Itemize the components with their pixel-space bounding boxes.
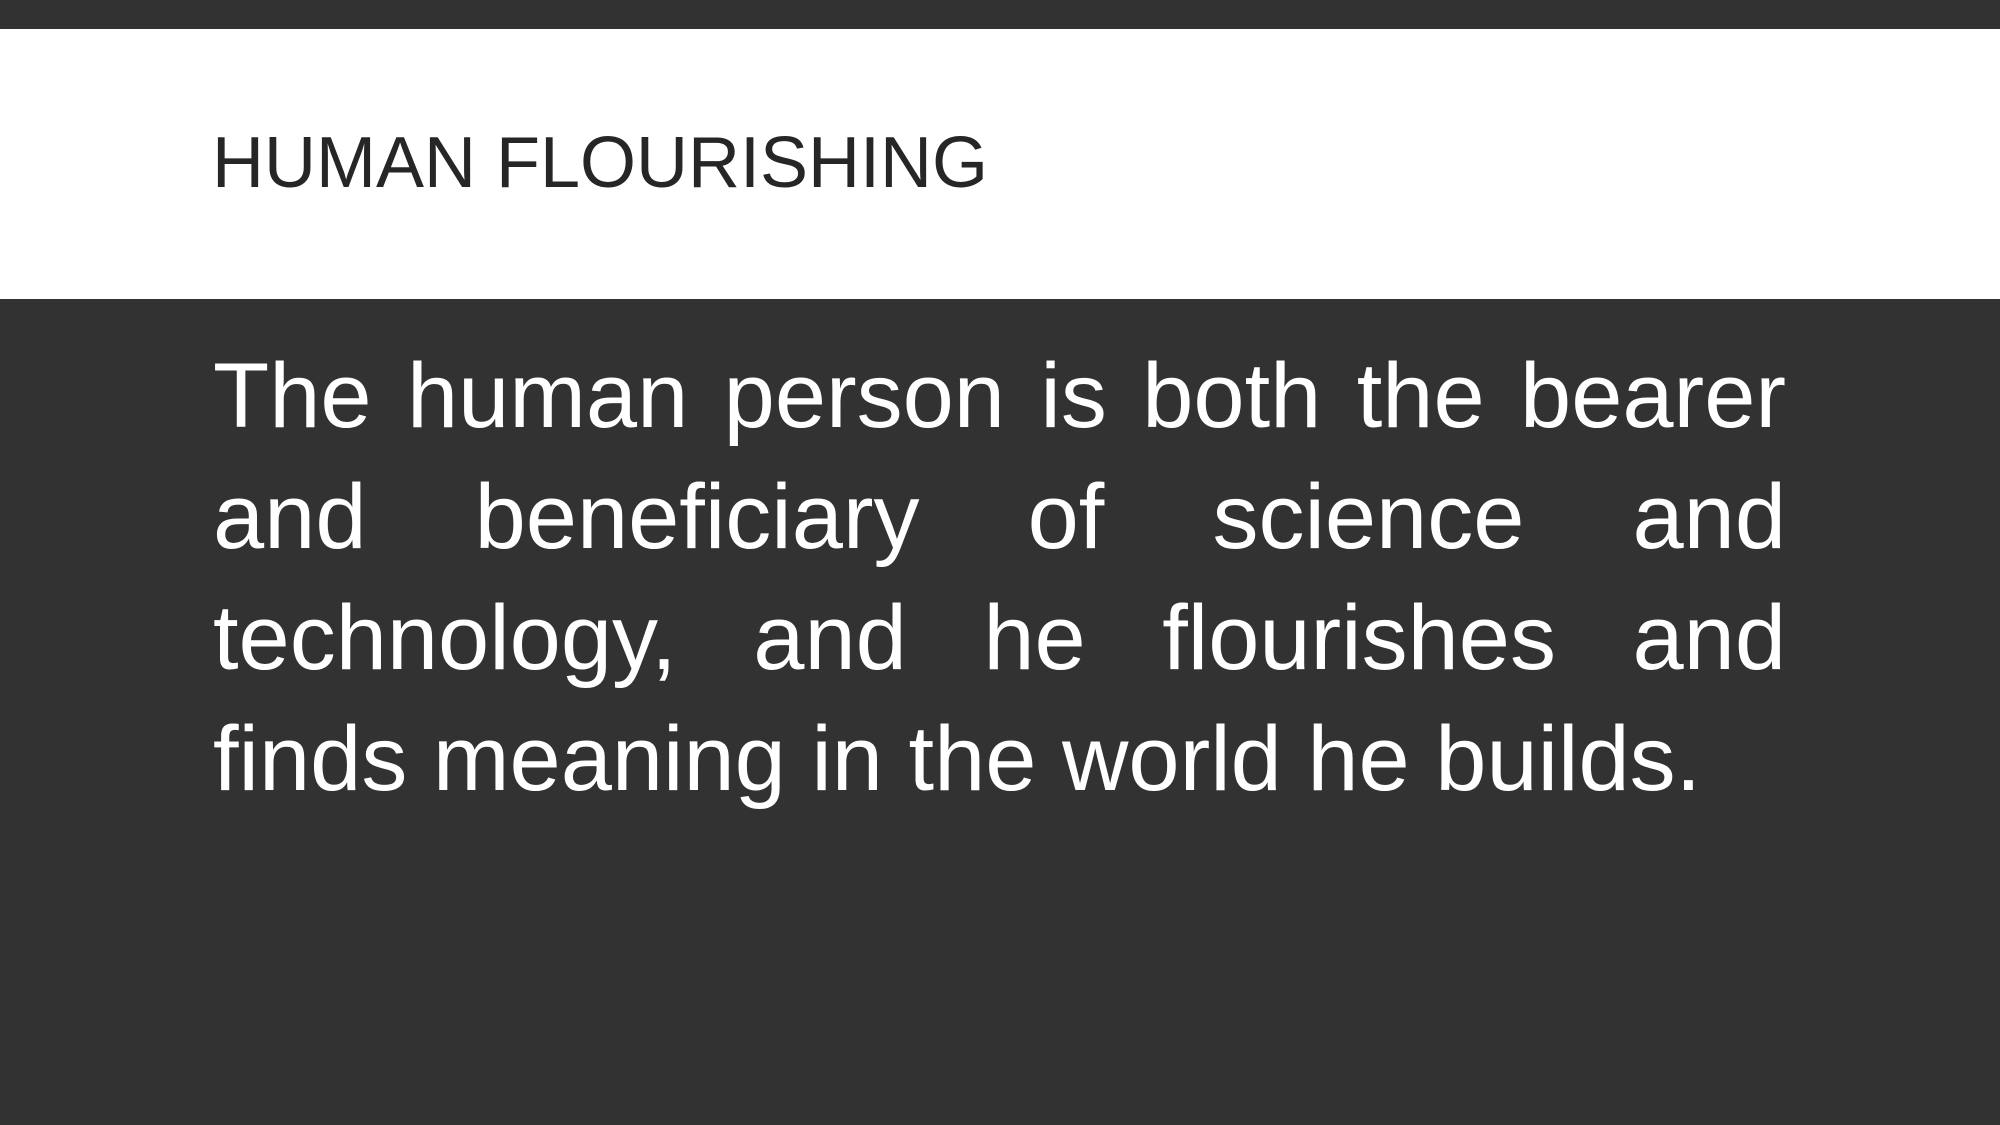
slide-title: HUMAN FLOURISHING [212,123,989,203]
slide: HUMAN FLOURISHING The human person is bo… [0,0,2000,1125]
top-dark-strip [0,0,2000,29]
slide-body-text: The human person is both the bearer and … [213,345,1786,810]
